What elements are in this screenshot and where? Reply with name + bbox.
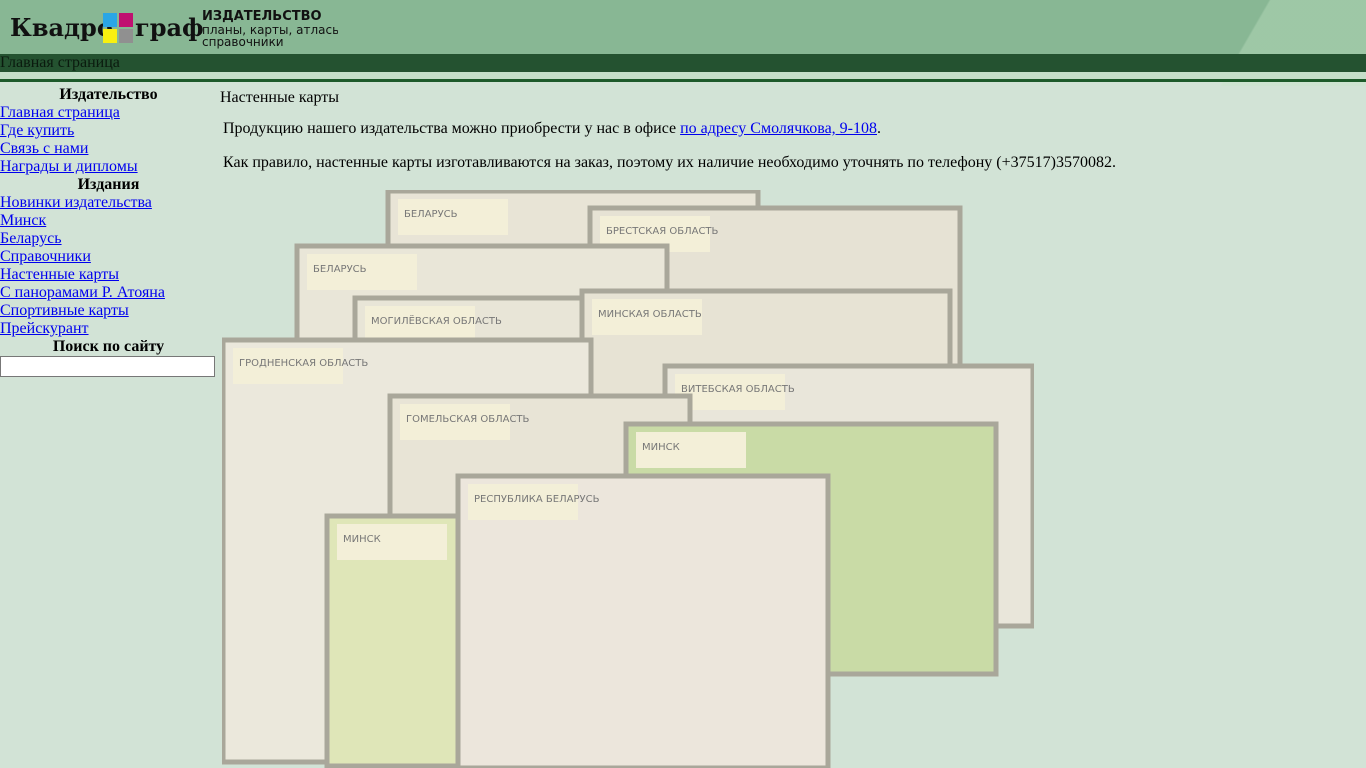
purchase-info: Продукцию нашего издательства можно прио… — [223, 120, 881, 137]
svg-text:ИЗДАТЕЛЬСТВО: ИЗДАТЕЛЬСТВО — [202, 9, 322, 24]
wall-maps-collage: БЕЛАРУСЬ БРЕСТСКАЯ ОБЛАСТЬ БЕЛАРУСЬ МОГИЛЁВ… — [222, 190, 1034, 768]
map-title: МОГИЛЁВСКАЯ ОБЛАСТЬ — [371, 314, 502, 327]
divider — [0, 79, 1366, 82]
map-title: ВИТЕБСКАЯ ОБЛАСТЬ — [681, 384, 795, 395]
nav-awards[interactable]: Награды и дипломы — [0, 158, 217, 176]
breadcrumb-bar: Главная страница — [0, 54, 1366, 72]
divider — [0, 72, 1366, 79]
map-title: БЕЛАРУСЬ — [313, 264, 367, 275]
nav-new[interactable]: Новинки издательства — [0, 194, 217, 212]
logo-text-left: Квадро — [10, 13, 113, 42]
sidebar: Издательство Главная страница Где купить… — [0, 86, 217, 377]
search-input[interactable] — [0, 356, 215, 377]
map-title: МИНСК — [642, 442, 680, 453]
svg-text:справочники: справочники — [202, 35, 284, 49]
svg-text:граф: граф — [135, 13, 204, 42]
page-title: Настенные карты — [220, 89, 339, 106]
map-title: МИНСК — [343, 534, 381, 545]
sidebar-heading: Издательство — [59, 86, 158, 103]
nav-directories[interactable]: Справочники — [0, 248, 217, 266]
nav-prices[interactable]: Прейскурант — [0, 320, 217, 338]
nav-contact[interactable]: Связь с нами — [0, 140, 217, 158]
nav-sport-maps[interactable]: Спортивные карты — [0, 302, 217, 320]
nav-minsk[interactable]: Минск — [0, 212, 217, 230]
map-title: БЕЛАРУСЬ — [404, 209, 458, 220]
map-title: БРЕСТСКАЯ ОБЛАСТЬ — [606, 226, 719, 237]
nav-panoramas[interactable]: С панорамами Р. Атояна — [0, 284, 217, 302]
nav-where-to-buy[interactable]: Где купить — [0, 122, 217, 140]
sidebar-heading: Издания — [77, 176, 140, 193]
order-info: Как правило, настенные карты изготавлива… — [223, 154, 1116, 171]
nav-home[interactable]: Главная страница — [0, 104, 217, 122]
breadcrumb: Главная страница — [0, 54, 120, 71]
sidebar-heading: Поиск по сайту — [52, 338, 165, 355]
nav-belarus[interactable]: Беларусь — [0, 230, 217, 248]
nav-wall-maps[interactable]: Настенные карты — [0, 266, 217, 284]
main-content: Настенные карты Продукцию нашего издател… — [220, 86, 1116, 172]
map-title: ГРОДНЕНСКАЯ ОБЛАСТЬ — [239, 358, 368, 369]
wall-map: РЕСПУБЛИКА БЕЛАРУСЬ — [455, 473, 831, 768]
address-link[interactable]: по адресу Смолячкова, 9-108 — [680, 120, 877, 137]
map-title: МИНСКАЯ ОБЛАСТЬ — [598, 309, 702, 320]
map-title: ГОМЕЛЬСКАЯ ОБЛАСТЬ — [406, 414, 530, 425]
map-title: РЕСПУБЛИКА БЕЛАРУСЬ — [474, 494, 600, 505]
logo[interactable]: Квадро граф ИЗДАТЕЛЬСТВО планы, карты, а… — [8, 6, 342, 55]
